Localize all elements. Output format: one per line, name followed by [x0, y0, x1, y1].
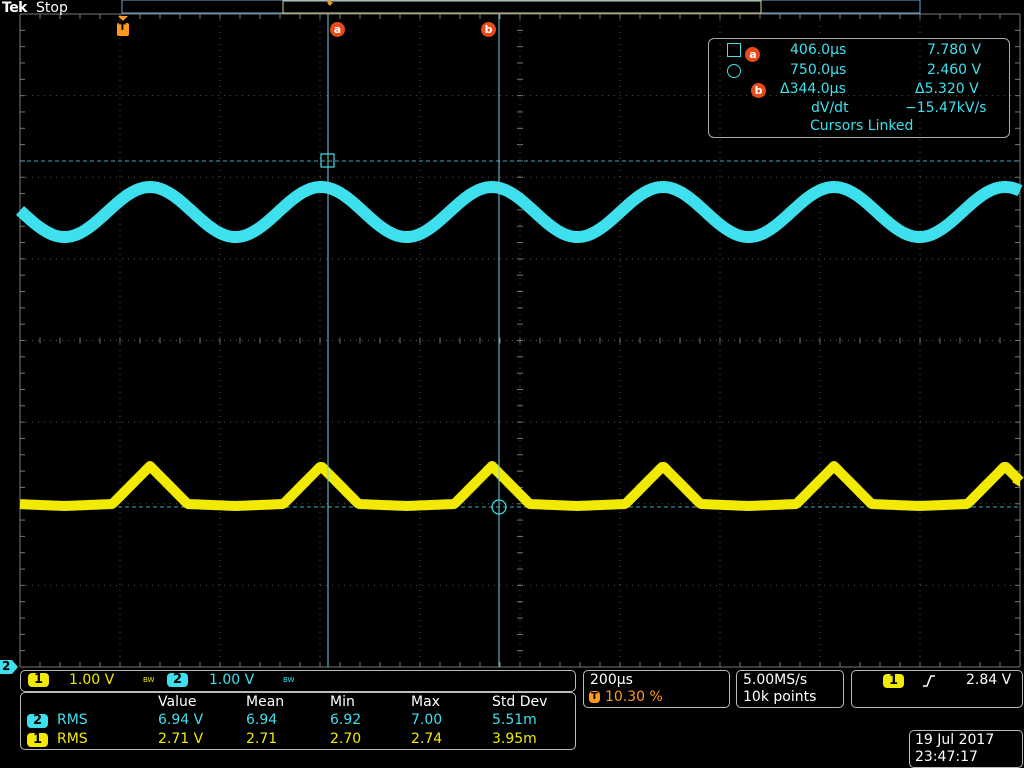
meas-row-max: 2.74: [411, 731, 443, 747]
meas-header-mean: Mean: [246, 694, 285, 710]
time: 23:47:17: [915, 749, 978, 765]
ch2-chip[interactable]: 2: [167, 673, 189, 687]
rising-edge-icon: [923, 675, 935, 687]
brand-logo: Tek: [2, 0, 28, 16]
square-icon: [727, 43, 741, 57]
cursor-a-badge: a: [745, 47, 761, 62]
cursor-b-time: 750.0µs: [790, 62, 847, 78]
cursor-b-badge: b: [751, 83, 766, 98]
sample-rate: 5.00MS/s: [743, 672, 808, 688]
cursor-readout-panel: a 406.0µs 7.780 V 750.0µs 2.460 V b Δ344…: [708, 38, 1010, 138]
meas-row-min: 6.92: [330, 712, 362, 728]
horizontal-panel[interactable]: 200µs T 10.30 %: [583, 670, 730, 708]
meas-row-value: 2.71 V: [158, 731, 204, 747]
ch1-bw-limit: BW: [143, 676, 155, 684]
ch1-waveform: [17, 461, 1024, 511]
horizontal-scale[interactable]: 200µs: [590, 672, 633, 688]
ch1-chip[interactable]: 1: [28, 673, 50, 687]
cursor-b-row: [727, 64, 741, 81]
measurement-panel[interactable]: Value Mean Min Max Std Dev 2 RMS 6.94 V …: [20, 692, 576, 750]
ch2-scale[interactable]: 1.00 V: [209, 672, 254, 688]
ch2-bw-limit: BW: [283, 676, 295, 684]
ch1-scale[interactable]: 1.00 V: [69, 672, 114, 688]
cursor-a-time: 406.0µs: [790, 42, 847, 58]
datetime-panel: 19 Jul 2017 23:47:17: [909, 730, 1023, 768]
ch2-ground-label: 2: [2, 659, 11, 673]
date: 19 Jul 2017: [915, 732, 995, 748]
cursor-a-row: a: [727, 43, 761, 62]
trigger-source-chip[interactable]: 1: [883, 674, 905, 688]
trigger-pos-icon: T: [589, 691, 600, 703]
meas-header-min: Min: [330, 694, 355, 710]
trigger-marker-label: T: [119, 22, 126, 33]
acquisition-panel[interactable]: 5.00MS/s 10k points: [736, 670, 844, 708]
meas-header-max: Max: [411, 694, 440, 710]
slope-value: −15.47kV/s: [905, 100, 987, 116]
meas-row-type: RMS: [57, 712, 88, 728]
channel-scale-bar[interactable]: 1 1.00 V BW 2 1.00 V BW: [20, 670, 576, 692]
meas-row-value: 6.94 V: [158, 712, 204, 728]
record-window: [282, 0, 762, 14]
meas-row-ch-chip: 1: [27, 733, 49, 747]
delta-time: Δ344.0µs: [780, 81, 846, 97]
meas-row-stddev: 3.95m: [492, 731, 537, 747]
record-length: 10k points: [743, 689, 817, 705]
record-trigger-label: T: [326, 0, 333, 8]
cursor-a-volts: 7.780 V: [927, 42, 982, 58]
meas-row-min: 2.70: [330, 731, 362, 747]
cursor-b-tag[interactable]: b: [481, 22, 496, 37]
trigger-level[interactable]: 2.84 V: [966, 672, 1011, 688]
circle-icon: [727, 64, 741, 78]
trigger-position[interactable]: 10.30 %: [605, 689, 663, 705]
meas-row-max: 7.00: [411, 712, 443, 728]
record-overview: [121, 0, 921, 14]
run-state: Stop: [36, 0, 68, 16]
trigger-panel[interactable]: 1 2.84 V: [851, 670, 1023, 708]
meas-header-value: Value: [158, 694, 197, 710]
cursor-b-volts: 2.460 V: [927, 62, 982, 78]
slope-label: dV/dt: [811, 100, 849, 116]
meas-header-stddev: Std Dev: [492, 694, 548, 710]
cursors-linked: Cursors Linked: [810, 118, 914, 134]
delta-row-tag: b: [751, 82, 766, 98]
meas-row-stddev: 5.51m: [492, 712, 537, 728]
meas-row-type: RMS: [57, 731, 88, 747]
meas-row-mean: 2.71: [246, 731, 278, 747]
meas-row-mean: 6.94: [246, 712, 278, 728]
cursor-a-tag[interactable]: a: [330, 22, 345, 37]
meas-row-ch-chip: 2: [27, 714, 49, 728]
delta-volts: Δ5.320 V: [915, 81, 979, 97]
